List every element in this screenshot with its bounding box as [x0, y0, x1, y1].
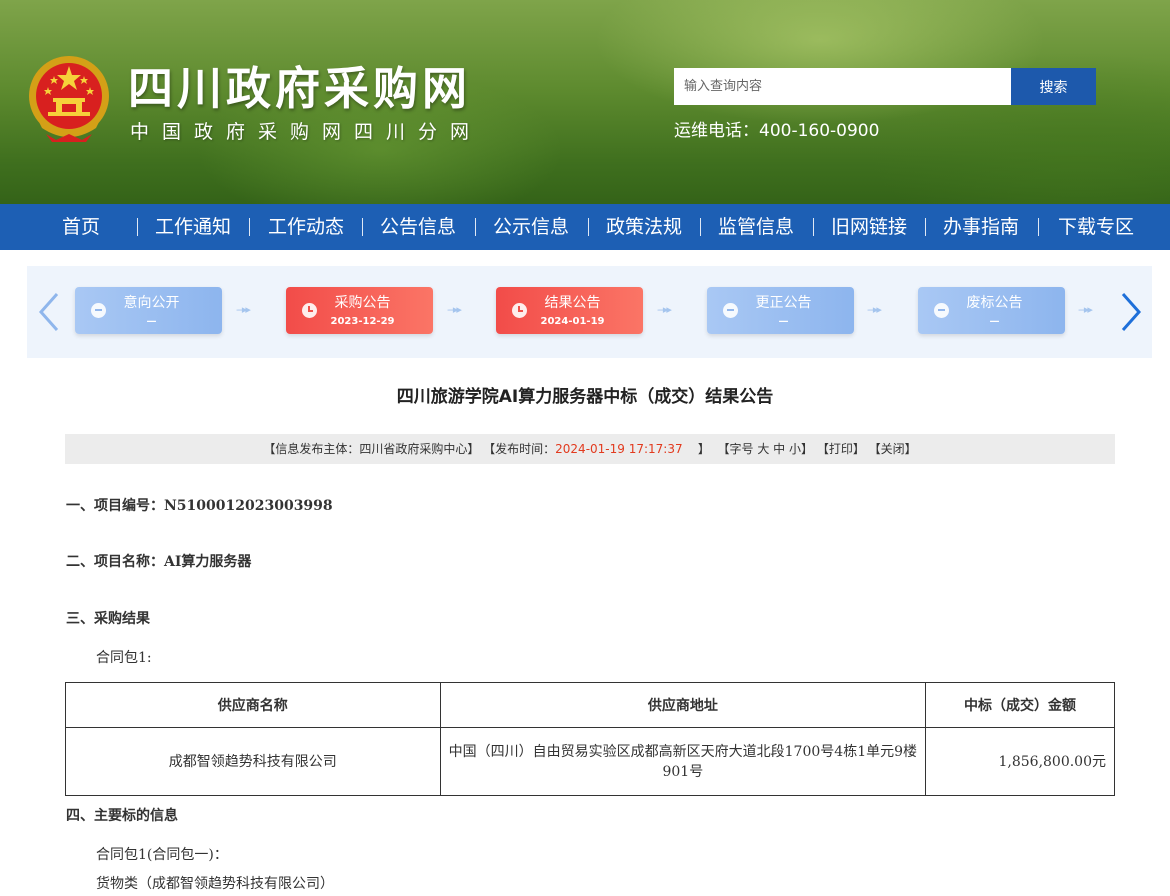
- column-header-supplier-address: 供应商地址: [439, 682, 927, 728]
- step-date: 2023-12-29: [330, 316, 395, 327]
- flow-arrow-icon: ‐‐‐▸▸: [447, 303, 462, 316]
- step-label: 结果公告: [544, 295, 601, 311]
- project-number: N5100012023003998: [164, 498, 333, 514]
- step-label: 废标公告: [966, 295, 1023, 311]
- font-size-links[interactable]: 【字号 大 中 小】: [718, 442, 813, 456]
- flow-arrow-icon: ‐‐‐▸▸: [657, 303, 672, 316]
- main-nav: 首页 工作通知 工作动态 公告信息 公示信息 政策法规 监管信息 旧网链接 办事…: [0, 204, 1170, 250]
- header-banner: 四川政府采购网 中国政府采购网四川分网 搜索 运维电话：400-160-0900: [0, 0, 1170, 204]
- nav-item-policies[interactable]: 政策法规: [600, 204, 688, 250]
- nav-item-guide[interactable]: 办事指南: [937, 204, 1025, 250]
- nav-item-home[interactable]: 首页: [50, 204, 112, 250]
- nav-item-work-news[interactable]: 工作动态: [262, 204, 350, 250]
- table-header-row: 供应商名称 供应商地址 中标（成交）金额: [65, 682, 1115, 728]
- flow-arrow-icon: ‐‐‐▸▸: [236, 303, 251, 316]
- nav-separator: [1038, 218, 1039, 236]
- supplier-name: 成都智领趋势科技有限公司: [65, 727, 441, 796]
- chevron-left-icon[interactable]: [35, 290, 63, 334]
- publish-time-close: 】: [697, 442, 710, 456]
- table-row: 成都智领趋势科技有限公司 中国（四川）自由贸易实验区成都高新区天府大道北段170…: [65, 727, 1115, 796]
- publish-time: 2024-01-19 17:17:37: [555, 442, 683, 456]
- article-info-bar: 【信息发布主体：四川省政府采购中心】 【发布时间：2024-01-19 17:1…: [65, 434, 1115, 464]
- supplier-address: 中国（四川）自由贸易实验区成都高新区天府大道北段1700号4栋1单元9楼901号: [439, 727, 927, 796]
- project-name: AI算力服务器: [164, 554, 252, 570]
- bid-amount: 1,856,800.00元: [925, 727, 1115, 796]
- nav-separator: [813, 218, 814, 236]
- hotline-text: 运维电话：400-160-0900: [674, 121, 880, 141]
- section-label: 一、项目编号：: [66, 498, 164, 514]
- nav-separator: [925, 218, 926, 236]
- section-project-name: 二、项目名称：AI算力服务器: [66, 552, 251, 572]
- step-cancellation-notice[interactable]: 废标公告 —: [918, 287, 1065, 334]
- chevron-right-icon[interactable]: [1117, 290, 1145, 334]
- column-header-supplier-name: 供应商名称: [65, 682, 441, 728]
- step-intent-disclosure[interactable]: 意向公开 —: [75, 287, 222, 334]
- step-label: 意向公开: [123, 295, 180, 311]
- site-subtitle: 中国政府采购网四川分网: [130, 121, 483, 143]
- step-date: 2024-01-19: [540, 316, 605, 327]
- section-procurement-result: 三、采购结果: [66, 611, 150, 627]
- nav-item-work-notice[interactable]: 工作通知: [150, 204, 236, 250]
- nav-separator: [588, 218, 589, 236]
- nav-separator: [137, 218, 138, 236]
- step-procurement-notice[interactable]: 采购公告 2023-12-29: [286, 287, 433, 334]
- site-title: 四川政府采购网: [128, 62, 472, 115]
- publisher-info: 【信息发布主体：四川省政府采购中心】 【发布时间：: [263, 442, 556, 456]
- result-table: 供应商名称 供应商地址 中标（成交）金额 成都智领趋势科技有限公司 中国（四川）…: [65, 682, 1115, 796]
- nav-item-supervision[interactable]: 监管信息: [712, 204, 800, 250]
- search-button[interactable]: 搜索: [1011, 68, 1096, 105]
- step-label: 更正公告: [755, 295, 812, 311]
- flow-arrow-icon: ‐‐‐▸▸: [867, 303, 882, 316]
- search-input[interactable]: [674, 68, 1011, 105]
- nav-separator: [475, 218, 476, 236]
- column-header-bid-amount: 中标（成交）金额: [925, 682, 1115, 728]
- step-correction-notice[interactable]: 更正公告 —: [707, 287, 854, 334]
- nav-item-public-notices[interactable]: 公示信息: [487, 204, 575, 250]
- contract-package-name: 合同包1(合同包一)：: [96, 847, 228, 863]
- nav-item-announcements[interactable]: 公告信息: [374, 204, 462, 250]
- nav-separator: [700, 218, 701, 236]
- step-result-notice[interactable]: 结果公告 2024-01-19: [496, 287, 643, 334]
- goods-category: 货物类（成都智领趋势科技有限公司）: [96, 876, 334, 892]
- step-date: —: [146, 316, 157, 327]
- section-label: 二、项目名称：: [66, 554, 164, 570]
- section-project-number: 一、项目编号：N5100012023003998: [66, 496, 333, 516]
- section-main-subject: 四、主要标的信息: [66, 808, 178, 824]
- step-date: —: [989, 316, 1000, 327]
- nav-separator: [249, 218, 250, 236]
- nav-item-old-site[interactable]: 旧网链接: [825, 204, 913, 250]
- national-emblem-icon: [29, 56, 109, 142]
- step-date: —: [778, 316, 789, 327]
- step-label: 采购公告: [334, 295, 391, 311]
- contract-package-label: 合同包1:: [96, 650, 152, 666]
- print-link[interactable]: 【打印】: [817, 442, 865, 456]
- article-title: 四川旅游学院AI算力服务器中标（成交）结果公告: [396, 387, 774, 407]
- close-link[interactable]: 【关闭】: [869, 442, 917, 456]
- flow-arrow-icon: ‐‐‐▸▸: [1078, 303, 1093, 316]
- nav-separator: [362, 218, 363, 236]
- nav-item-downloads[interactable]: 下载专区: [1052, 204, 1140, 250]
